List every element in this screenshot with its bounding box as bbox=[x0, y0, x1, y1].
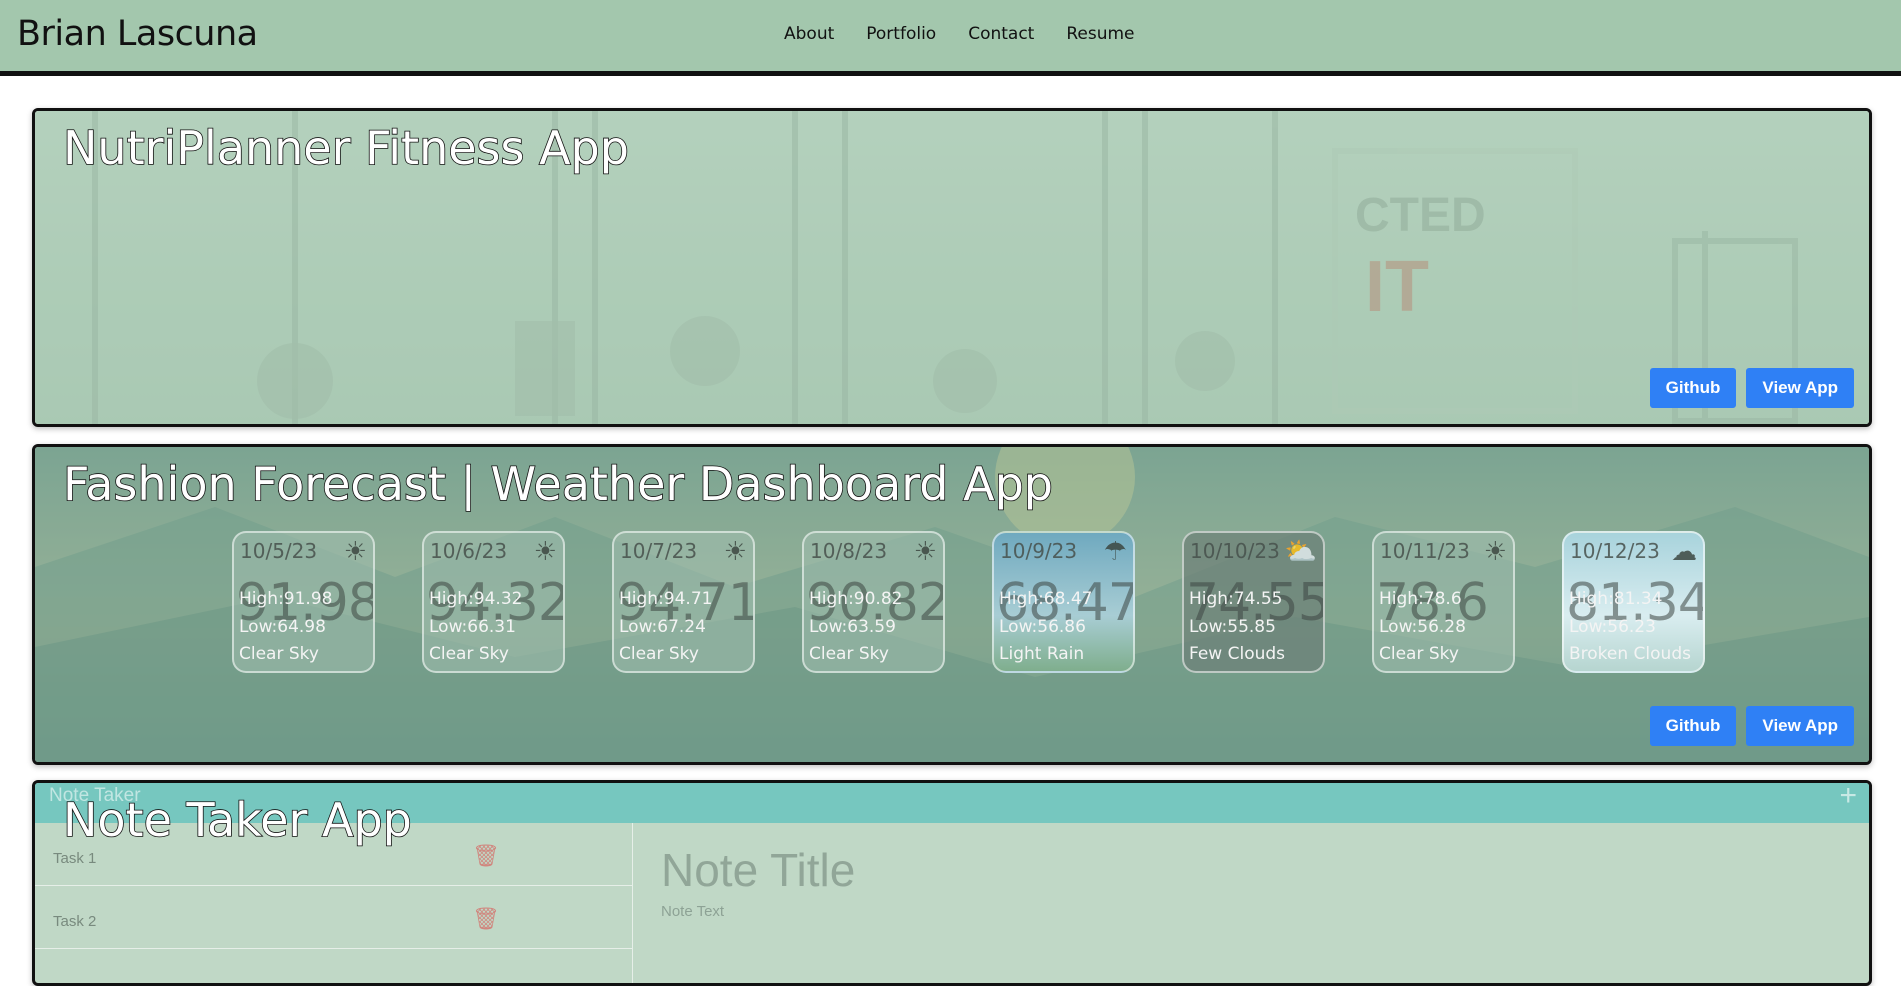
note-item-label: Task 1 bbox=[53, 850, 97, 867]
nav-link-contact[interactable]: Contact bbox=[968, 24, 1034, 44]
plus-icon: + bbox=[1839, 780, 1857, 812]
forecast-low: Low:64.98 bbox=[239, 617, 326, 637]
forecast-card: 90.82 10/8/23 ☀ High:90.82 Low:63.59 Cle… bbox=[802, 531, 945, 673]
forecast-high: High:74.55 bbox=[1189, 589, 1283, 609]
forecast-low: Low:63.59 bbox=[809, 617, 896, 637]
forecast-high: High:68.47 bbox=[999, 589, 1093, 609]
navbar: Brian Lascuna About Portfolio Contact Re… bbox=[0, 0, 1901, 76]
sun-icon: ☀ bbox=[1483, 537, 1507, 567]
note-item-label: Task 2 bbox=[53, 913, 97, 930]
project-card-nutriplanner: CTED IT NutriPlanner Fitness App Github … bbox=[32, 108, 1872, 427]
forecast-description: Broken Clouds bbox=[1569, 644, 1691, 664]
sun-icon: ☀ bbox=[343, 537, 367, 567]
note-title-placeholder: Note Title bbox=[661, 844, 856, 896]
project-title: NutriPlanner Fitness App bbox=[62, 120, 630, 176]
note-list: Task 1 🗑 Task 2 🗑 bbox=[35, 823, 633, 983]
view-app-button[interactable]: View App bbox=[1746, 706, 1854, 746]
forecast-card: 74.55 10/10/23 ⛅ High:74.55 Low:55.85 Fe… bbox=[1182, 531, 1325, 673]
forecast-description: Clear Sky bbox=[239, 644, 319, 664]
project-title: Note Taker App bbox=[62, 792, 412, 848]
forecast-date: 10/7/23 bbox=[620, 539, 698, 563]
forecast-high: High:91.98 bbox=[239, 589, 333, 609]
forecast-high: High:90.82 bbox=[809, 589, 903, 609]
rain-icon: ☂ bbox=[1103, 537, 1127, 567]
forecast-low: Low:56.86 bbox=[999, 617, 1086, 637]
forecast-description: Clear Sky bbox=[1379, 644, 1459, 664]
forecast-card: 68.47 10/9/23 ☂ High:68.47 Low:56.86 Lig… bbox=[992, 531, 1135, 673]
list-item: Task 2 🗑 bbox=[35, 886, 632, 949]
forecast-high: High:78.6 bbox=[1379, 589, 1462, 609]
forecast-date: 10/5/23 bbox=[240, 539, 318, 563]
forecast-low: Low:56.28 bbox=[1379, 617, 1466, 637]
forecast-description: Light Rain bbox=[999, 644, 1085, 664]
forecast-date: 10/11/23 bbox=[1380, 539, 1470, 563]
nav-link-portfolio[interactable]: Portfolio bbox=[866, 24, 936, 44]
sun-icon: ☀ bbox=[723, 537, 747, 567]
project-title: Fashion Forecast | Weather Dashboard App bbox=[62, 456, 1054, 512]
forecast-description: Clear Sky bbox=[429, 644, 509, 664]
nav-links: About Portfolio Contact Resume bbox=[784, 24, 1167, 44]
forecast-row: 91.98 10/5/23 ☀ High:91.98 Low:64.98 Cle… bbox=[232, 531, 1705, 673]
trash-icon: 🗑 bbox=[472, 843, 500, 868]
forecast-date: 10/8/23 bbox=[810, 539, 888, 563]
github-button[interactable]: Github bbox=[1649, 706, 1737, 746]
sun-icon: ☀ bbox=[533, 537, 557, 567]
trash-icon: 🗑 bbox=[472, 906, 500, 931]
forecast-card: 81.34 10/12/23 ☁ High:81.34 Low:56.23 Br… bbox=[1562, 531, 1705, 673]
forecast-date: 10/9/23 bbox=[1000, 539, 1078, 563]
forecast-high: High:94.71 bbox=[619, 589, 713, 609]
forecast-date: 10/12/23 bbox=[1570, 539, 1660, 563]
forecast-card: 91.98 10/5/23 ☀ High:91.98 Low:64.98 Cle… bbox=[232, 531, 375, 673]
project-card-fashion-forecast: Fashion Forecast | Weather Dashboard App… bbox=[32, 444, 1872, 765]
note-text-placeholder: Note Text bbox=[661, 903, 725, 920]
forecast-low: Low:56.23 bbox=[1569, 617, 1656, 637]
sun-icon: ☀ bbox=[913, 537, 937, 567]
project-card-note-taker: Note Taker + Task 1 🗑 Task 2 🗑 Note Titl… bbox=[32, 780, 1872, 986]
nav-link-about[interactable]: About bbox=[784, 24, 834, 44]
project-buttons: Github View App bbox=[1649, 706, 1854, 746]
forecast-high: High:94.32 bbox=[429, 589, 523, 609]
view-app-button[interactable]: View App bbox=[1746, 368, 1854, 408]
forecast-card: 78.6 10/11/23 ☀ High:78.6 Low:56.28 Clea… bbox=[1372, 531, 1515, 673]
forecast-high: High:81.34 bbox=[1569, 589, 1663, 609]
nav-link-resume[interactable]: Resume bbox=[1066, 24, 1134, 44]
forecast-card: 94.32 10/6/23 ☀ High:94.32 Low:66.31 Cle… bbox=[422, 531, 565, 673]
forecast-description: Clear Sky bbox=[619, 644, 699, 664]
forecast-low: Low:66.31 bbox=[429, 617, 516, 637]
brand-name[interactable]: Brian Lascuna bbox=[17, 14, 258, 54]
forecast-description: Few Clouds bbox=[1189, 644, 1286, 664]
github-button[interactable]: Github bbox=[1649, 368, 1737, 408]
cloud-icon: ☁ bbox=[1671, 537, 1697, 567]
project-buttons: Github View App bbox=[1649, 368, 1854, 408]
forecast-date: 10/6/23 bbox=[430, 539, 508, 563]
forecast-date: 10/10/23 bbox=[1190, 539, 1280, 563]
forecast-description: Clear Sky bbox=[809, 644, 889, 664]
forecast-low: Low:67.24 bbox=[619, 617, 706, 637]
forecast-card: 94.71 10/7/23 ☀ High:94.71 Low:67.24 Cle… bbox=[612, 531, 755, 673]
forecast-low: Low:55.85 bbox=[1189, 617, 1276, 637]
few-clouds-icon: ⛅ bbox=[1284, 537, 1317, 567]
